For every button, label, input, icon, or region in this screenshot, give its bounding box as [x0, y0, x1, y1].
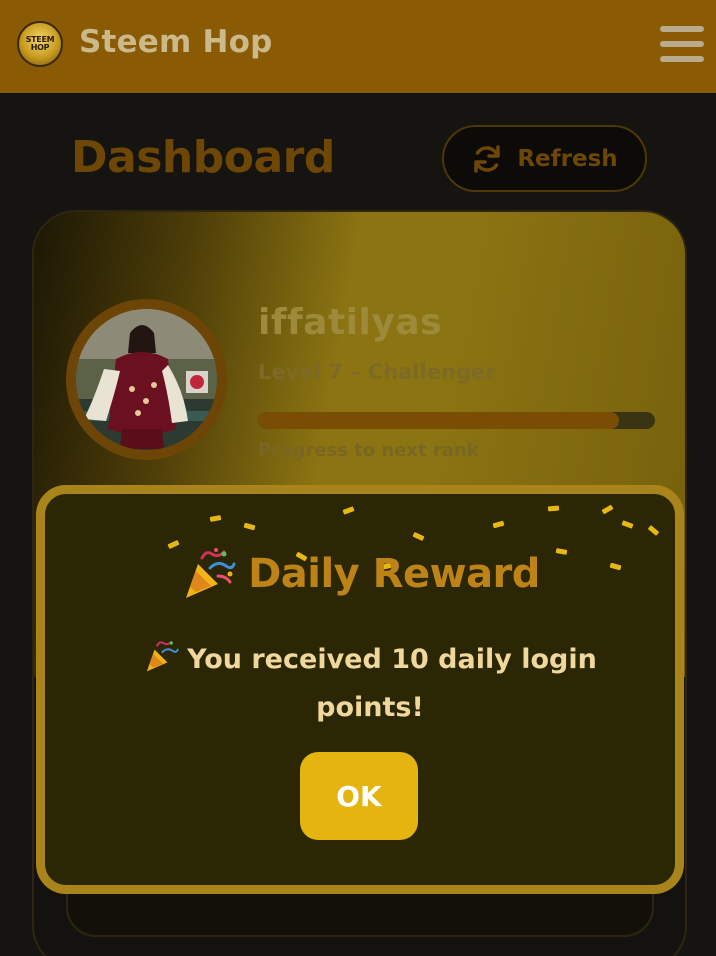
confetti-piece [492, 520, 505, 529]
username: iffatilyas [258, 302, 443, 343]
party-popper-icon [186, 548, 236, 598]
refresh-icon [474, 144, 501, 173]
confetti-piece [342, 506, 355, 515]
refresh-button[interactable]: Refresh [442, 125, 647, 192]
reward-message: You received 10 daily login points! [105, 636, 635, 732]
menu-bar-line [660, 26, 704, 32]
avatar-ring [66, 299, 227, 460]
rank-progress-bar [258, 412, 655, 429]
ok-label: OK [336, 779, 382, 813]
top-bar: STEEM HOP Steem Hop [0, 0, 716, 93]
page-title: Dashboard [71, 132, 335, 183]
confetti-piece [547, 505, 560, 512]
confetti-piece [621, 520, 634, 529]
avatar-photo [76, 309, 217, 450]
confetti-piece [601, 504, 614, 515]
ok-button[interactable]: OK [300, 752, 418, 840]
modal-title: Daily Reward [45, 546, 675, 602]
level-text: Level 7 – Challenger [258, 360, 496, 384]
rank-progress-fill [258, 412, 620, 429]
app-title: Steem Hop [79, 24, 273, 60]
hamburger-menu-icon[interactable] [660, 24, 704, 64]
confetti-piece [243, 522, 256, 531]
app-page: STEEM HOP Steem Hop Dashboard Refresh if… [0, 0, 716, 956]
confetti-piece [412, 531, 425, 542]
daily-reward-modal: Daily Reward You received 10 daily login… [36, 485, 684, 894]
reward-message-text: You received 10 daily login points! [187, 644, 597, 723]
menu-bar-line [660, 56, 704, 62]
confetti-piece [209, 515, 222, 522]
steem-hop-logo[interactable]: STEEM HOP [17, 21, 63, 67]
progress-label: Progress to next rank [258, 440, 479, 461]
confetti-piece [647, 525, 660, 536]
refresh-label: Refresh [517, 145, 618, 172]
logo-text-line2: HOP [30, 43, 50, 52]
modal-title-text: Daily Reward [248, 551, 540, 597]
party-popper-icon [146, 640, 179, 672]
menu-bar-line [660, 41, 704, 47]
avatar[interactable] [76, 309, 217, 450]
